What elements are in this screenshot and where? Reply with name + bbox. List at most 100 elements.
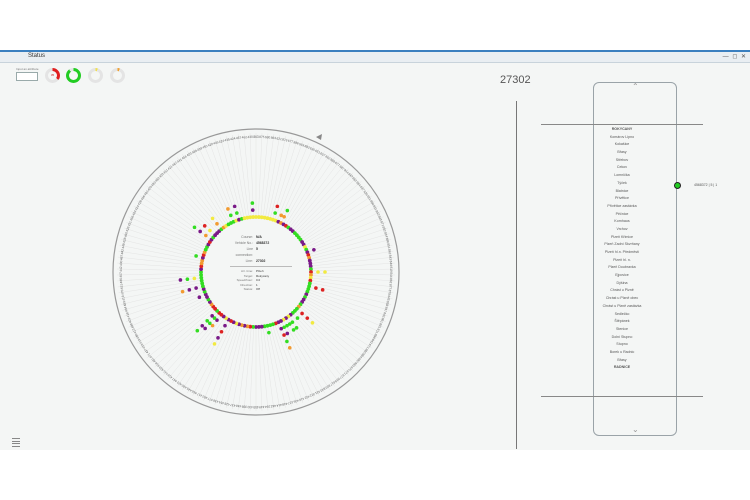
stop-item[interactable]: Dýšina — [541, 280, 703, 288]
spoke-line — [262, 326, 275, 410]
spoke-line — [117, 268, 202, 271]
menu-icon[interactable] — [12, 438, 20, 447]
info-key: Line connection: — [235, 247, 253, 257]
spoke-line — [301, 195, 373, 242]
outer-dot — [250, 208, 255, 212]
spoke-line — [260, 133, 269, 218]
outer-dot — [212, 342, 217, 346]
stop-item[interactable]: Přívětice — [541, 195, 703, 203]
outer-dot — [198, 229, 202, 234]
outer-dot — [215, 222, 219, 226]
outer-dot — [320, 288, 325, 292]
ring-label: 863 — [253, 135, 259, 139]
stop-item[interactable]: Plzeň Doubravka — [541, 264, 703, 272]
spoke-line — [126, 291, 205, 322]
outer-dot — [316, 270, 320, 274]
stops-list: ROKYCANY Komárov Lipno Kokašice Břasy Střebo… — [541, 126, 703, 372]
stop-item[interactable]: Lomnička — [541, 172, 703, 180]
stop-item[interactable]: Stupno — [541, 341, 703, 349]
outer-dot — [291, 328, 296, 332]
outer-dot — [195, 328, 200, 333]
outer-dot — [219, 329, 224, 334]
stop-item[interactable]: Dolní Stupno — [541, 334, 703, 342]
stop-item[interactable]: Sedlečko — [541, 311, 703, 319]
vehicle-marker[interactable] — [674, 182, 681, 189]
stop-item[interactable]: RADNICE — [541, 364, 703, 372]
outer-dot — [223, 323, 227, 328]
spoke-line — [306, 216, 384, 251]
stop-item[interactable]: Vrchov — [541, 226, 703, 234]
stop-item[interactable]: Chrást u Plzně — [541, 287, 703, 295]
outer-dot — [287, 346, 292, 350]
outer-dot — [203, 326, 207, 331]
spoke-line — [278, 145, 315, 223]
ring-label: 449 — [259, 405, 265, 409]
status-window: Status — ◻ ✕ Input an attribute 35 863 87… — [0, 50, 750, 450]
outer-dot — [312, 247, 316, 252]
stop-item[interactable]: Štěpánek — [541, 318, 703, 326]
spoke-line — [117, 273, 202, 276]
ring-dot — [251, 215, 256, 219]
spoke-line — [262, 134, 275, 218]
spoke-line — [120, 239, 203, 260]
outer-dot — [200, 323, 205, 328]
outer-dot — [310, 321, 315, 325]
outer-dot — [295, 316, 300, 320]
spoke-line — [128, 293, 206, 328]
stop-item[interactable]: Borek u Radnic — [541, 349, 703, 357]
outer-dot — [210, 323, 215, 328]
stop-item[interactable]: Pěčnice — [541, 211, 703, 219]
spoke-line — [243, 326, 252, 411]
outer-dot — [235, 211, 239, 215]
outer-dot — [228, 213, 233, 218]
stop-item[interactable]: Břasy — [541, 149, 703, 157]
spoke-line — [187, 151, 229, 225]
stop-item[interactable]: Přívětice zastávka — [541, 203, 703, 211]
outer-dot — [208, 228, 212, 233]
spoke-line — [299, 305, 366, 359]
ring-label: 407 — [119, 272, 123, 278]
spoke-line — [249, 326, 254, 411]
spoke-line — [220, 137, 243, 219]
stop-item[interactable]: Plzeň Křimice — [541, 234, 703, 242]
outer-dot — [275, 204, 280, 209]
outer-dot — [194, 254, 198, 258]
line-count: 27302 — [500, 74, 531, 86]
outer-dot — [282, 214, 286, 219]
vehicle-label: 4568372 | 5 | 1 — [694, 183, 718, 187]
outer-dot — [194, 286, 198, 290]
stop-item[interactable]: Břasy — [541, 357, 703, 365]
info-value: 27302 — [256, 259, 266, 263]
stop-item[interactable]: ROKYCANY — [541, 126, 703, 134]
stop-item[interactable]: Cekov — [541, 164, 703, 172]
stop-item[interactable]: Stenice — [541, 326, 703, 334]
spoke-line — [310, 256, 395, 267]
stop-item[interactable]: Chrást u Plzně zastávka — [541, 303, 703, 311]
stop-item[interactable]: Kokašice — [541, 141, 703, 149]
info-value: 4568372 — [256, 241, 270, 245]
spoke-line — [130, 211, 207, 249]
outer-dot — [185, 277, 190, 282]
stop-item[interactable]: Střebov — [541, 157, 703, 165]
spoke-line — [120, 284, 203, 305]
chevron-down-icon[interactable]: ⌄ — [632, 425, 639, 434]
spoke-line — [243, 133, 252, 218]
spoke-line — [307, 222, 386, 253]
stop-item[interactable]: Chrást u Plzně obec — [541, 295, 703, 303]
stop-item[interactable]: Plzeň Zadní Skvrňany — [541, 241, 703, 249]
spoke-line — [305, 295, 382, 333]
outer-dot — [285, 331, 290, 336]
stop-item[interactable]: Komárov Lipno — [541, 134, 703, 142]
divider-line — [516, 101, 517, 449]
chevron-up-icon[interactable]: ⌃ — [632, 82, 639, 91]
spoke-line — [237, 326, 250, 410]
spoke-line — [299, 185, 366, 239]
spoke-line — [139, 302, 211, 349]
stop-item[interactable]: Kornhaus — [541, 218, 703, 226]
outer-dot — [323, 270, 327, 274]
stop-item[interactable]: Plzeň hl. n. — [541, 257, 703, 265]
spoke-line — [269, 137, 292, 219]
stop-item[interactable]: Plzeň hl.n. Předměstí — [541, 249, 703, 257]
stop-item[interactable]: Ejpovice — [541, 272, 703, 280]
spoke-line — [124, 289, 204, 317]
